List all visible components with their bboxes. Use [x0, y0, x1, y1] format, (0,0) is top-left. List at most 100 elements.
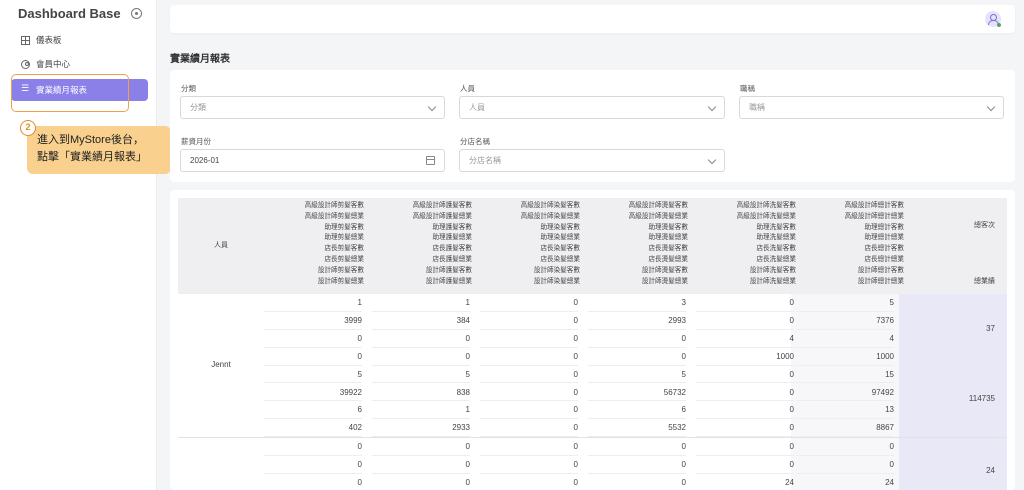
table-cell: 0 — [696, 366, 794, 384]
table-cell: 0 — [480, 366, 578, 384]
page-title: 實業績月報表 — [170, 54, 230, 65]
table-cell: 0 — [372, 474, 470, 490]
chevron-down-icon — [427, 102, 437, 112]
column-header-line: 店長洗髮客數 — [756, 245, 796, 253]
table-cell: 5 — [264, 366, 362, 384]
column-header: 高級設計師總計客數 高級設計師總計總業 助理總計客數 助理總計總業 店長總計客數 店長總計… — [804, 201, 904, 287]
category-select[interactable]: 分類 — [180, 96, 445, 119]
column-header-line: 設計師剪髮客數 — [317, 266, 364, 274]
store-placeholder: 分店名稱 — [469, 156, 501, 165]
avatar-icon[interactable] — [985, 11, 1001, 27]
table-cell: 0 — [696, 294, 794, 312]
column-header-line: 設計師剪髮總業 — [317, 277, 364, 285]
column-header-line: 店長燙髮總業 — [648, 255, 688, 263]
column-header-line: 助理護髮客數 — [432, 223, 472, 231]
column-header-line: 高級設計師染髮客數 — [520, 202, 580, 209]
table-cell: 0 — [480, 419, 578, 438]
category-label: 分類 — [181, 84, 196, 93]
person-column-header: 人員 — [214, 242, 228, 249]
table-cell: 0 — [264, 438, 362, 457]
callout-line-1: 進入到MyStore後台， — [37, 134, 144, 146]
column-header-line: 店長燙髮客數 — [648, 245, 688, 253]
column-header-line: 設計師護髮總業 — [425, 277, 472, 285]
table-cell: 0 — [480, 474, 578, 490]
table-cell: 3 — [588, 294, 686, 312]
column-header-line: 店長染髮總業 — [540, 255, 580, 263]
online-status-icon — [997, 23, 1001, 27]
table-cell: 0 — [480, 330, 578, 348]
title-select[interactable]: 職稱 — [739, 96, 1004, 119]
sidebar-item-dashboard[interactable]: 儀表板 — [11, 29, 148, 51]
column-header-line: 助理剪髮客數 — [324, 223, 364, 231]
chevron-down-icon — [707, 155, 717, 165]
table-cell: 838 — [372, 384, 470, 402]
highlight-box — [11, 74, 129, 112]
column-header-line: 助理剪髮總業 — [324, 234, 364, 242]
column-header-line: 助理燙髮客數 — [648, 223, 688, 231]
table-cell: 5 — [796, 294, 894, 312]
column-header-line: 高級設計師剪髮總業 — [304, 212, 364, 220]
column-header-line: 助理染髮客數 — [540, 223, 580, 231]
column-header-line: 設計師護髮客數 — [425, 266, 472, 274]
table-cell: 0 — [588, 438, 686, 457]
table-cell: 0 — [480, 312, 578, 330]
column-header-line: 高級設計師護髮客數 — [412, 202, 472, 209]
column-header: 高級設計師染髮客數 高級設計師染髮總業 助理染髮客數 助理染髮總業 店長染髮客數 店長染髮… — [480, 201, 580, 287]
table-cell: 2933 — [372, 419, 470, 438]
table-cell: 0 — [696, 456, 794, 474]
filter-card: 分類 分類 人員 人員 職稱 職稱 薪資月份 2026-01 分店名稱 分店名稱 — [170, 70, 1015, 182]
table-cell: 24 — [796, 474, 894, 490]
store-select[interactable]: 分店名稱 — [459, 149, 725, 172]
table-cell: 0 — [264, 474, 362, 490]
table-cell: 0 — [588, 474, 686, 490]
column-header-line: 設計師總計總業 — [857, 277, 904, 285]
user-circle-icon — [21, 59, 30, 69]
callout: 進入到MyStore後台， 點擊「實業績月報表」 — [27, 126, 171, 174]
table-cell: 0 — [372, 456, 470, 474]
person-placeholder: 人員 — [469, 103, 485, 112]
brand: Dashboard Base — [18, 6, 142, 21]
table-cell: 0 — [372, 438, 470, 457]
sidebar-item-members[interactable]: 會員中心 — [11, 53, 148, 75]
table-cell: 0 — [696, 419, 794, 438]
table-cell: 1000 — [696, 348, 794, 366]
column-header-line: 高級設計師總計客數 — [844, 202, 904, 209]
table-cell: 1000 — [796, 348, 894, 366]
brand-title: Dashboard Base — [18, 6, 121, 21]
table-cell: 97492 — [796, 384, 894, 402]
sum-column-header: 總客次 — [974, 222, 995, 229]
table-cell: 0 — [480, 294, 578, 312]
sidebar-item-label: 會員中心 — [36, 59, 71, 69]
chevron-down-icon — [707, 102, 717, 112]
table-cell: 0 — [372, 348, 470, 366]
column-header-line: 高級設計師總計總業 — [844, 212, 904, 220]
column-header-line: 設計師燙髮客數 — [641, 266, 688, 274]
month-picker[interactable]: 2026-01 — [180, 149, 445, 172]
table-cell: 1 — [264, 294, 362, 312]
calendar-icon — [426, 156, 435, 165]
column-header: 高級設計師洗髮客數 高級設計師洗髮總業 助理洗髮客數 助理洗髮總業 店長洗髮客數 店長洗髮… — [696, 201, 796, 287]
table-cell: 6 — [588, 401, 686, 420]
total-visits-value: 24 — [986, 466, 995, 476]
column-header-line: 高級設計師剪髮客數 — [304, 202, 364, 209]
table-cell: 5 — [588, 366, 686, 384]
column-header-line: 助理總計客數 — [864, 223, 904, 231]
column-header-line: 高級設計師燙髮客數 — [628, 202, 688, 209]
column-header-line: 設計師洗髮客數 — [749, 266, 796, 274]
month-label: 薪資月份 — [181, 137, 211, 146]
table-cell: 0 — [264, 330, 362, 348]
table-cell: 0 — [796, 456, 894, 474]
total-visits-value: 37 — [986, 324, 995, 333]
category-placeholder: 分類 — [190, 103, 206, 112]
table-cell: 39922 — [264, 384, 362, 402]
table-cell: 0 — [588, 456, 686, 474]
collapse-icon[interactable] — [130, 8, 142, 19]
table-cell: 0 — [796, 438, 894, 457]
grid-icon — [21, 35, 30, 45]
person-select[interactable]: 人員 — [459, 96, 725, 119]
table-cell: 0 — [480, 384, 578, 402]
column-header-line: 設計師洗髮總業 — [749, 277, 796, 285]
sidebar-item-label: 儀表板 — [36, 35, 62, 45]
column-header-line: 店長總計客數 — [864, 245, 904, 253]
table-header: 人員 高級設計師剪髮客數 高級設計師剪髮總業 助理剪髮客數 助理剪髮總業 店長剪髮客數店… — [178, 198, 1007, 294]
